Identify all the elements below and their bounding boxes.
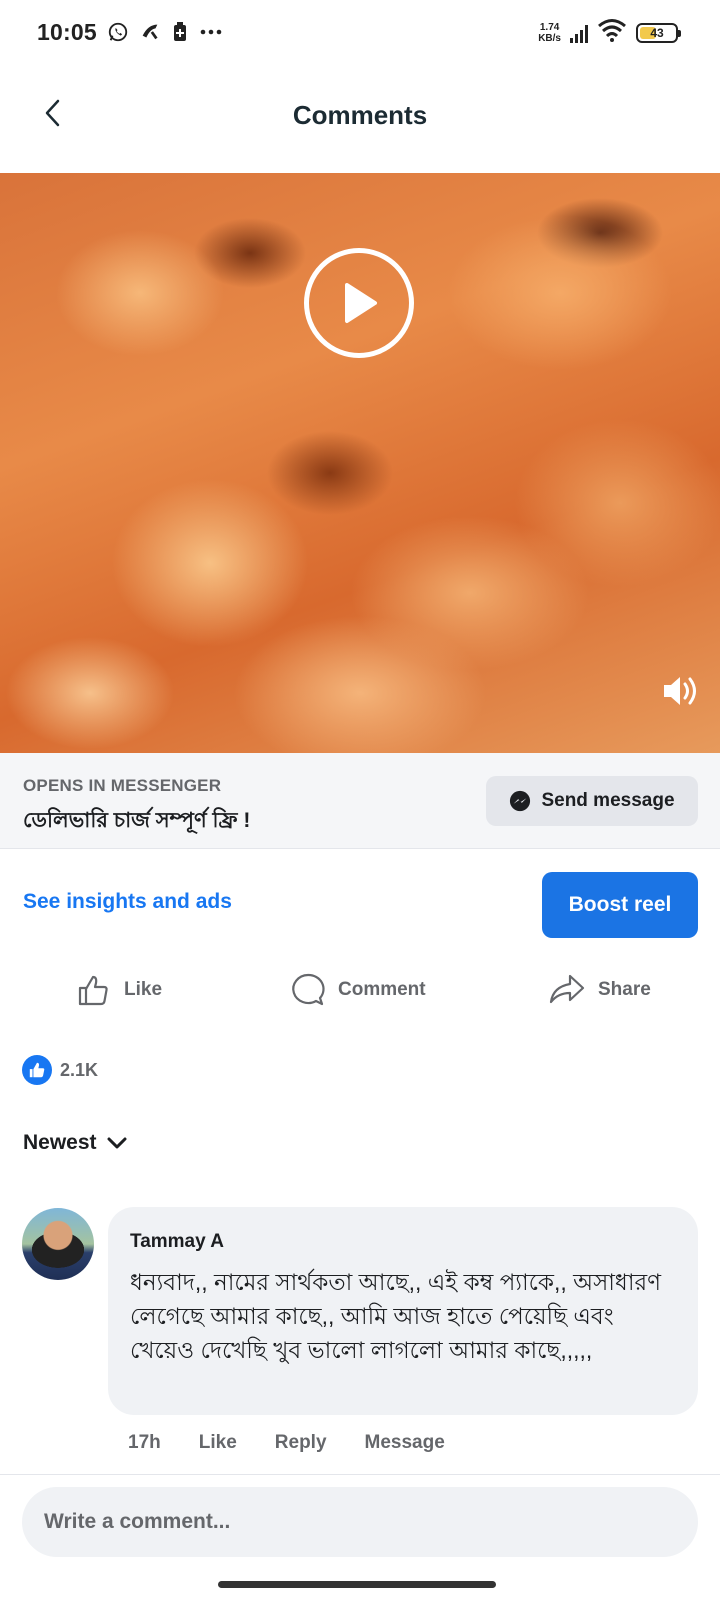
phone-icon (139, 21, 161, 49)
comment-like-button[interactable]: Like (199, 1432, 237, 1454)
battery-level: 43 (650, 25, 664, 40)
comment-icon (292, 973, 325, 1006)
comment-time: 17h (128, 1432, 161, 1453)
comment-author[interactable]: Tammay A (130, 1231, 224, 1253)
sort-dropdown[interactable]: Newest (23, 1131, 127, 1155)
volume-icon (664, 677, 696, 705)
more-icon (199, 21, 223, 49)
messenger-icon (510, 790, 531, 812)
comment-reply-button[interactable]: Reply (275, 1432, 327, 1454)
whatsapp-icon (107, 21, 129, 49)
cta-label: OPENS IN MESSENGER (23, 776, 222, 795)
network-speed: 1.74 KB/s (538, 22, 561, 44)
signal-icon (570, 23, 588, 43)
network-speed-value: 1.74 (539, 21, 560, 33)
avatar[interactable] (22, 1208, 94, 1280)
comment-message-button[interactable]: Message (365, 1432, 445, 1454)
comment-bubble: Tammay A ধন্যবাদ,, নামের সার্থকতা আছে,, … (108, 1207, 698, 1415)
play-icon (345, 283, 377, 323)
page-title: Comments (292, 100, 428, 130)
share-label: Share (598, 979, 651, 1000)
sim-icon (171, 21, 189, 49)
send-message-label: Send message (541, 790, 675, 811)
top-bar: Comments (0, 66, 720, 170)
share-button[interactable]: Share (548, 972, 651, 1008)
like-button[interactable]: Like (76, 972, 162, 1008)
comment-button[interactable]: Comment (290, 972, 426, 1008)
status-notification-icons (107, 21, 223, 49)
action-bar: Like Comment Share (0, 968, 720, 1020)
play-button[interactable] (304, 248, 414, 358)
reactions-summary[interactable]: 2.1K (22, 1055, 98, 1085)
share-icon (549, 974, 585, 1004)
cta-headline: ডেলিভারি চার্জ সম্পূর্ণ ফ্রি ! (23, 809, 251, 832)
messenger-cta: OPENS IN MESSENGER ডেলিভারি চার্জ সম্পূর… (0, 753, 720, 849)
home-indicator[interactable] (218, 1581, 496, 1588)
network-speed-unit: KB/s (538, 32, 561, 44)
like-label: Like (124, 979, 163, 1000)
battery-icon: 43 (636, 22, 681, 43)
thumbs-up-outline-icon (78, 975, 108, 1006)
wifi-icon (597, 18, 627, 47)
thumbs-up-icon (22, 1055, 52, 1085)
comment-text: ধন্যবাদ,, নামের সার্থকতা আছে,, এই কম্ব প… (130, 1269, 662, 1363)
status-system-icons: 1.74 KB/s 43 (538, 18, 681, 47)
boost-reel-button[interactable]: Boost reel (542, 872, 698, 938)
comment-meta: 17h Like Reply Message (128, 1432, 445, 1454)
reel-video[interactable] (0, 173, 720, 753)
volume-button[interactable] (660, 671, 700, 711)
see-insights-link[interactable]: See insights and ads (23, 890, 232, 914)
sort-label: Newest (23, 1131, 97, 1154)
status-bar: 10:05 1.74 KB/s 43 (0, 0, 720, 66)
status-time: 10:05 (37, 19, 97, 45)
send-message-button[interactable]: Send message (486, 776, 698, 826)
chevron-down-icon (107, 1137, 127, 1149)
write-comment-input[interactable] (22, 1487, 698, 1557)
comment-label: Comment (338, 979, 426, 1000)
reaction-count: 2.1K (60, 1059, 99, 1080)
